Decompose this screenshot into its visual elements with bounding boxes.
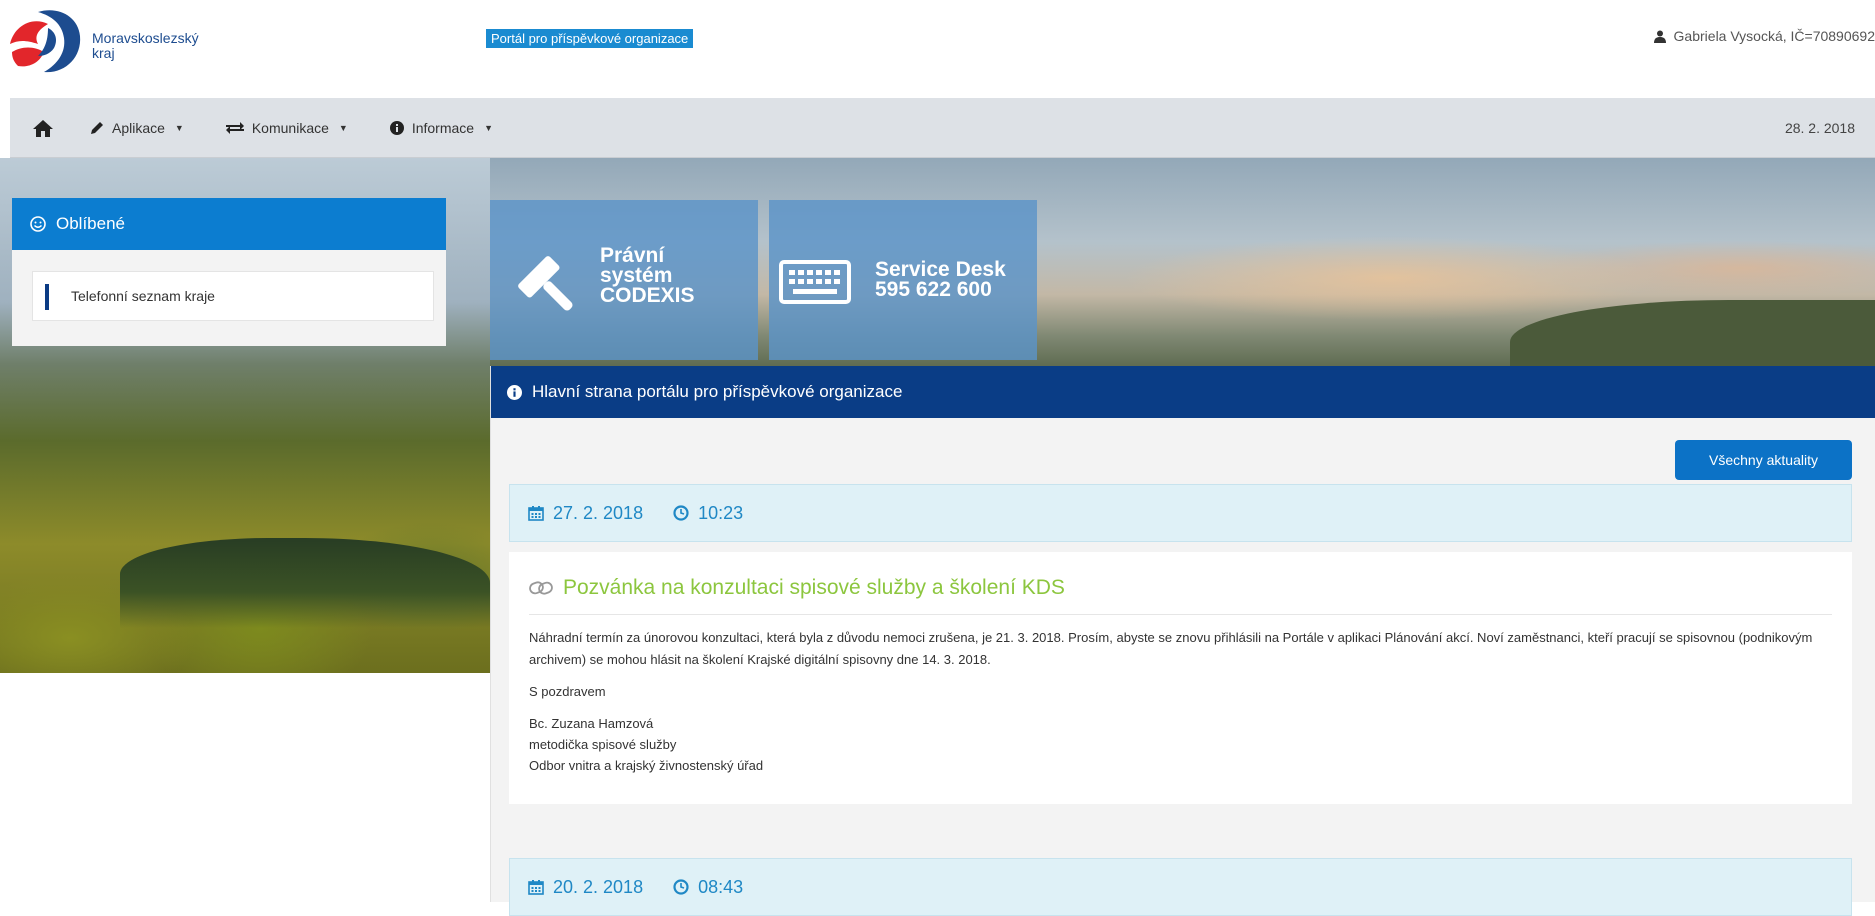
main-panel-header: Hlavní strana portálu pro příspěvkové or… [491,366,1875,418]
news-date-bar: 20. 2. 2018 08:43 [509,858,1852,916]
gavel-icon [518,256,573,311]
favorite-item-phonebook[interactable]: Telefonní seznam kraje [32,271,434,321]
news-date: 27. 2. 2018 [553,502,644,523]
info-icon [507,384,522,400]
user-icon [1653,30,1666,43]
service-desk-phone: 595 622 600 [875,278,992,301]
caret-down-icon: ▼ [484,122,493,133]
nav-item-komunikace[interactable]: Komunikace ▼ [225,119,348,136]
nav-item-label: Informace [411,119,475,136]
region-logo-icon [10,10,81,73]
nav-item-label: Komunikace [251,119,329,136]
header: Moravskoslezský kraj Portál pro příspěvk… [0,0,1875,96]
main-panel: Hlavní strana portálu pro příspěvkové or… [490,366,1875,916]
favorite-item-label: Telefonní seznam kraje [71,288,215,304]
clock-icon [673,879,689,895]
portal-label: Portál pro příspěvkové organizace [486,29,694,48]
caret-down-icon: ▼ [174,122,184,133]
calendar-icon [528,506,544,521]
user-info[interactable]: Gabriela Vysocká, IČ=70890692 [1653,28,1875,44]
signature-role: metodička spisové služby [529,737,677,752]
service-desk-label: Service Desk [875,258,1006,281]
signature-department: Odbor vnitra a krajský živnostenský úřad [529,758,764,773]
caret-down-icon: ▼ [338,122,348,133]
nav-item-informace[interactable]: Informace ▼ [389,119,493,136]
keyboard-icon [779,260,851,304]
current-date: 28. 2. 2018 [1784,119,1855,136]
nav-item-label: Aplikace [112,119,165,136]
news-article: Pozvánka na konzultaci spisové služby a … [509,552,1852,804]
logo-text-line1: Moravskoslezský [92,30,199,46]
main-panel-title: Hlavní strana portálu pro příspěvkové or… [532,382,903,401]
favorites-header: Oblíbené [12,198,446,250]
tree-line [120,538,490,628]
pencil-icon [91,121,103,134]
home-icon[interactable] [32,118,54,138]
news-date: 20. 2. 2018 [553,876,644,897]
link-icon [529,581,553,595]
news-date-bar: 27. 2. 2018 10:23 [509,484,1852,542]
codexis-line3: CODEXIS [600,284,695,307]
signature-name: Bc. Zuzana Hamzová [529,716,654,731]
logo-text-line2: kraj [92,45,115,61]
news-greeting: S pozdravem [529,684,606,699]
all-news-button[interactable]: Všechny aktuality [1675,440,1852,480]
news-paragraph: Náhradní termín za únorovou konzultaci, … [529,630,1813,667]
news-time: 10:23 [698,502,744,523]
info-icon [389,120,404,135]
news-time: 08:43 [698,876,744,897]
codexis-tile[interactable]: Právní systém CODEXIS [490,200,758,360]
logo[interactable]: Moravskoslezský kraj [8,6,238,86]
smile-icon [30,216,46,232]
exchange-icon [225,121,244,134]
favorites-panel: Oblíbené Telefonní seznam kraje [12,198,446,346]
hill [1510,300,1875,370]
favorites-title: Oblíbené [56,214,125,233]
clock-icon [673,505,689,521]
codexis-line1: Právní [600,244,665,267]
news-title: Pozvánka na konzultaci spisové služby a … [563,576,1065,599]
service-desk-tile[interactable]: Service Desk 595 622 600 [769,200,1037,360]
main-navbar: Aplikace ▼ Komunikace ▼ Informace ▼ 28. … [10,98,1875,158]
calendar-icon [528,880,544,895]
user-name: Gabriela Vysocká, IČ=70890692 [1673,28,1875,44]
nav-item-aplikace[interactable]: Aplikace ▼ [90,120,184,136]
codexis-line2: systém [600,264,673,287]
news-title-link[interactable]: Pozvánka na konzultaci spisové služby a … [529,576,1832,615]
